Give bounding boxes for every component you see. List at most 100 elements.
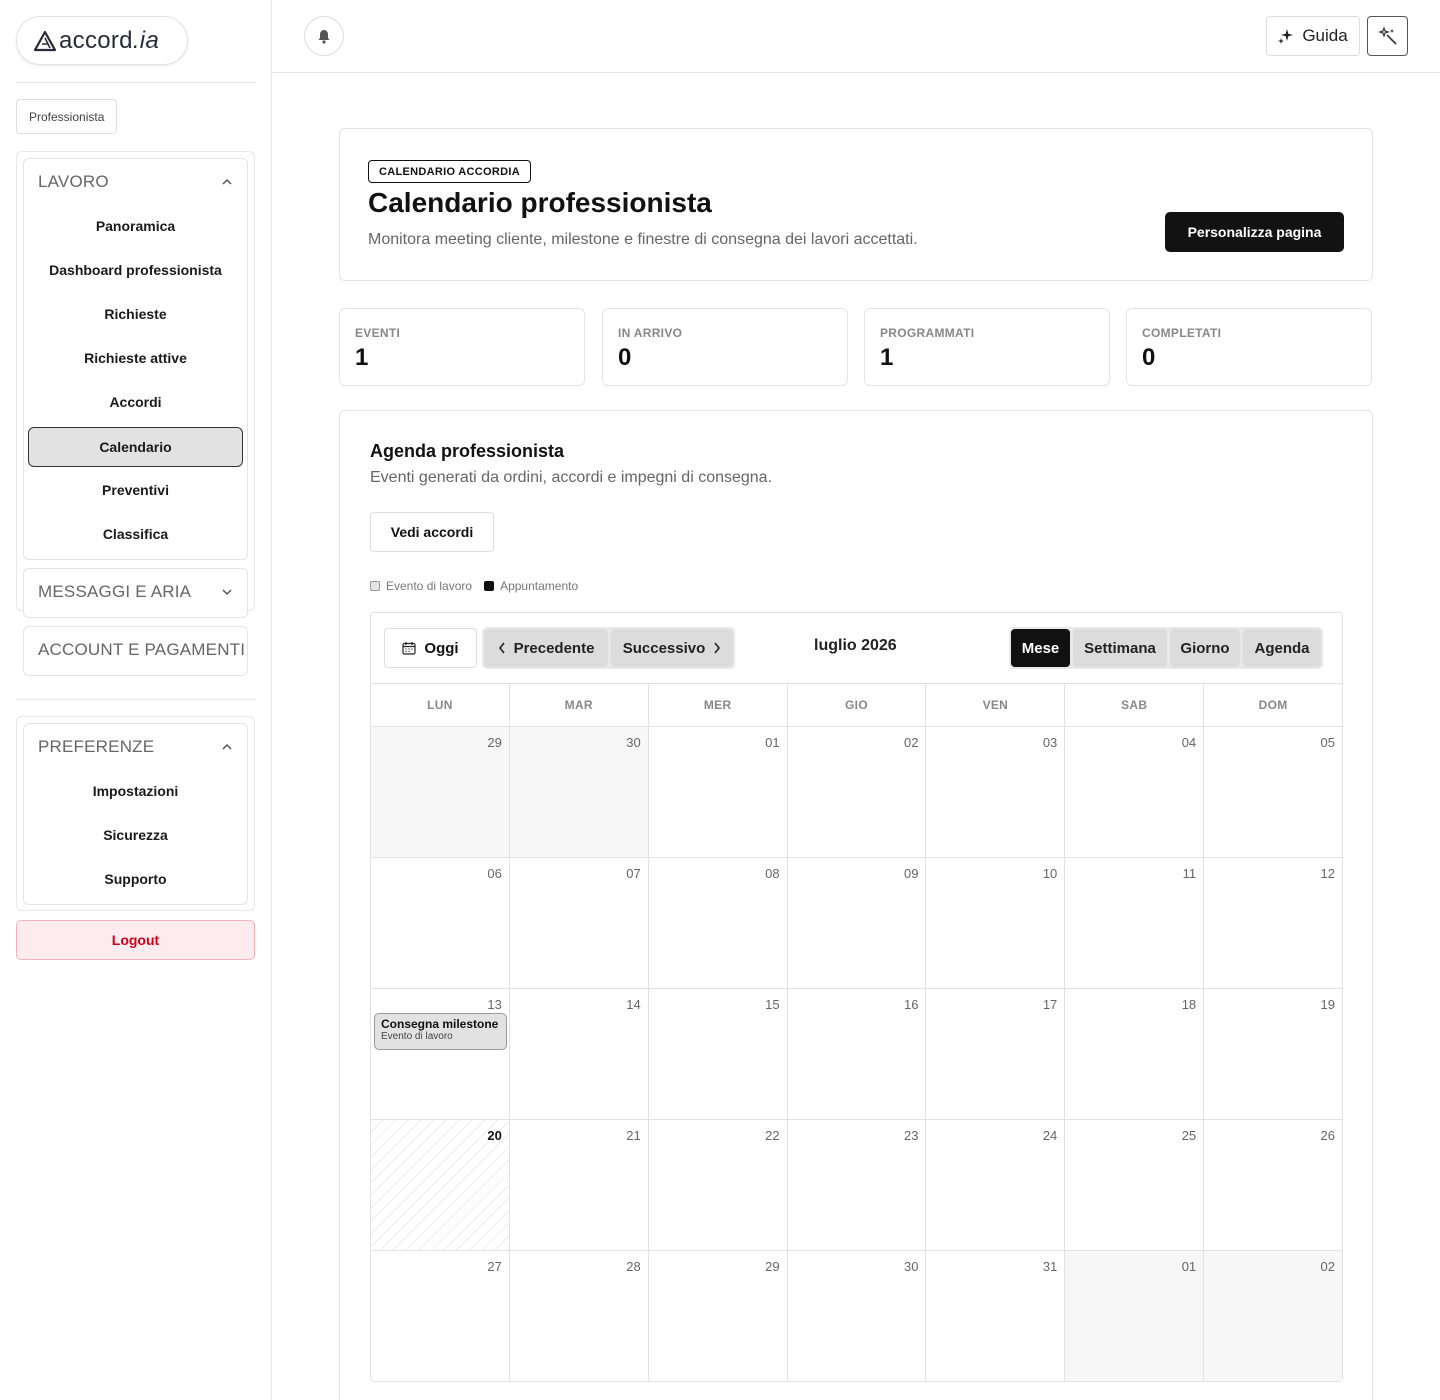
calendar-day-cell[interactable]: 22 (649, 1120, 788, 1250)
calendar-day-cell[interactable]: 13 Consegna milestone Evento di lavoro (371, 989, 510, 1119)
calendar-day-cell[interactable]: 28 (510, 1251, 649, 1381)
calendar-event[interactable]: Consegna milestone Evento di lavoro (374, 1013, 507, 1050)
calendar-day-cell[interactable]: 09 (788, 858, 927, 988)
calendar-day-cell[interactable]: 11 (1065, 858, 1205, 988)
calendar-day-cell[interactable]: 30 (788, 1251, 927, 1381)
sidebar-item-richieste-attive[interactable]: Richieste attive (28, 338, 243, 378)
view-week-button[interactable]: Settimana (1073, 629, 1167, 667)
day-number[interactable]: 19 (1321, 997, 1335, 1012)
calendar-day-cell[interactable]: 02 (788, 727, 927, 857)
calendar-day-cell[interactable]: 03 (926, 727, 1066, 857)
sidebar-item-dashboard[interactable]: Dashboard professionista (28, 250, 243, 290)
calendar-day-cell[interactable]: 29 (649, 1251, 788, 1381)
calendar-day-cell[interactable]: 14 (510, 989, 649, 1119)
calendar-day-cell[interactable]: 04 (1065, 727, 1205, 857)
sidebar-item-sicurezza[interactable]: Sicurezza (28, 815, 243, 855)
calendar-day-cell[interactable]: 17 (926, 989, 1066, 1119)
ai-assistant-button[interactable] (1367, 16, 1408, 56)
day-number[interactable]: 03 (1043, 735, 1057, 750)
calendar-day-cell[interactable]: 25 (1065, 1120, 1205, 1250)
calendar-day-cell[interactable]: 16 (788, 989, 927, 1119)
day-number[interactable]: 07 (626, 866, 640, 881)
day-number[interactable]: 12 (1321, 866, 1335, 881)
calendar-day-cell[interactable]: 05 (1204, 727, 1342, 857)
calendar-day-cell[interactable]: 10 (926, 858, 1066, 988)
sidebar-item-classifica[interactable]: Classifica (28, 514, 243, 554)
day-number[interactable]: 26 (1321, 1128, 1335, 1143)
view-agreements-button[interactable]: Vedi accordi (370, 512, 494, 552)
day-number[interactable]: 15 (765, 997, 779, 1012)
next-button[interactable]: Successivo (611, 629, 733, 667)
nav-group-messaggi[interactable]: MESSAGGI E ARIA (23, 568, 248, 618)
today-button[interactable]: Oggi (384, 628, 477, 668)
sidebar-item-panoramica[interactable]: Panoramica (28, 206, 243, 246)
day-number[interactable]: 09 (904, 866, 918, 881)
calendar-day-cell[interactable]: 30 (509, 727, 649, 857)
day-number[interactable]: 16 (904, 997, 918, 1012)
nav-group-header-preferenze[interactable]: PREFERENZE (24, 724, 247, 770)
day-number[interactable]: 29 (765, 1259, 779, 1274)
logout-button[interactable]: Logout (16, 920, 255, 960)
sidebar-item-preventivi[interactable]: Preventivi (28, 470, 243, 510)
calendar-day-cell[interactable]: 08 (649, 858, 788, 988)
day-number[interactable]: 13 (487, 997, 501, 1012)
calendar-day-cell[interactable]: 02 (1204, 1251, 1343, 1381)
sidebar-item-accordi[interactable]: Accordi (28, 382, 243, 422)
nav-group-account[interactable]: ACCOUNT E PAGAMENTI (23, 626, 248, 676)
notifications-button[interactable] (304, 16, 344, 56)
view-month-button[interactable]: Mese (1011, 629, 1070, 667)
day-number[interactable]: 01 (1182, 1259, 1196, 1274)
day-number[interactable]: 01 (765, 735, 779, 750)
brand-logo[interactable]: accord.ia (16, 16, 188, 65)
day-number[interactable]: 31 (1043, 1259, 1057, 1274)
day-number[interactable]: 28 (626, 1259, 640, 1274)
day-number[interactable]: 04 (1182, 735, 1196, 750)
calendar-day-cell[interactable]: 21 (510, 1120, 649, 1250)
day-number[interactable]: 21 (626, 1128, 640, 1143)
calendar-day-cell[interactable]: 07 (510, 858, 649, 988)
day-number[interactable]: 30 (626, 735, 640, 750)
nav-group-header-lavoro[interactable]: LAVORO (24, 159, 247, 205)
day-number[interactable]: 24 (1043, 1128, 1057, 1143)
sidebar-item-calendario[interactable]: Calendario (28, 427, 243, 467)
view-day-button[interactable]: Giorno (1170, 629, 1240, 667)
sidebar-item-richieste[interactable]: Richieste (28, 294, 243, 334)
calendar-day-cell[interactable]: 06 (371, 858, 510, 988)
calendar-day-cell[interactable]: 19 (1204, 989, 1342, 1119)
day-number[interactable]: 25 (1182, 1128, 1196, 1143)
day-number[interactable]: 02 (1321, 1259, 1335, 1274)
sidebar-item-supporto[interactable]: Supporto (28, 859, 243, 899)
day-number[interactable]: 18 (1182, 997, 1196, 1012)
calendar-day-cell[interactable]: 31 (926, 1251, 1066, 1381)
day-number[interactable]: 20 (487, 1128, 501, 1143)
sidebar-item-impostazioni[interactable]: Impostazioni (28, 771, 243, 811)
day-number[interactable]: 08 (765, 866, 779, 881)
calendar-day-cell[interactable]: 29 (371, 727, 510, 857)
calendar-day-cell[interactable]: 18 (1065, 989, 1205, 1119)
previous-button[interactable]: Precedente (484, 629, 608, 667)
calendar-day-cell[interactable]: 27 (371, 1251, 510, 1381)
calendar-day-cell-today[interactable]: 20 (371, 1120, 510, 1250)
calendar-day-cell[interactable]: 26 (1204, 1120, 1342, 1250)
day-number[interactable]: 06 (487, 866, 501, 881)
day-number[interactable]: 05 (1321, 735, 1335, 750)
day-number[interactable]: 23 (904, 1128, 918, 1143)
calendar-day-cell[interactable]: 23 (788, 1120, 927, 1250)
day-number[interactable]: 17 (1043, 997, 1057, 1012)
calendar-day-cell[interactable]: 24 (926, 1120, 1066, 1250)
day-number[interactable]: 11 (1183, 866, 1197, 881)
calendar-day-cell[interactable]: 01 (1065, 1251, 1205, 1381)
view-agenda-button[interactable]: Agenda (1243, 629, 1321, 667)
day-number[interactable]: 14 (626, 997, 640, 1012)
customize-page-button[interactable]: Personalizza pagina (1165, 212, 1344, 252)
calendar-day-cell[interactable]: 01 (649, 727, 788, 857)
day-number[interactable]: 10 (1043, 866, 1057, 881)
day-number[interactable]: 22 (765, 1128, 779, 1143)
day-number[interactable]: 27 (487, 1259, 501, 1274)
day-number[interactable]: 29 (487, 735, 501, 750)
day-number[interactable]: 02 (904, 735, 918, 750)
calendar-day-cell[interactable]: 12 (1204, 858, 1342, 988)
day-number[interactable]: 30 (904, 1259, 918, 1274)
calendar-day-cell[interactable]: 15 (649, 989, 788, 1119)
guide-button[interactable]: Guida (1266, 16, 1360, 56)
